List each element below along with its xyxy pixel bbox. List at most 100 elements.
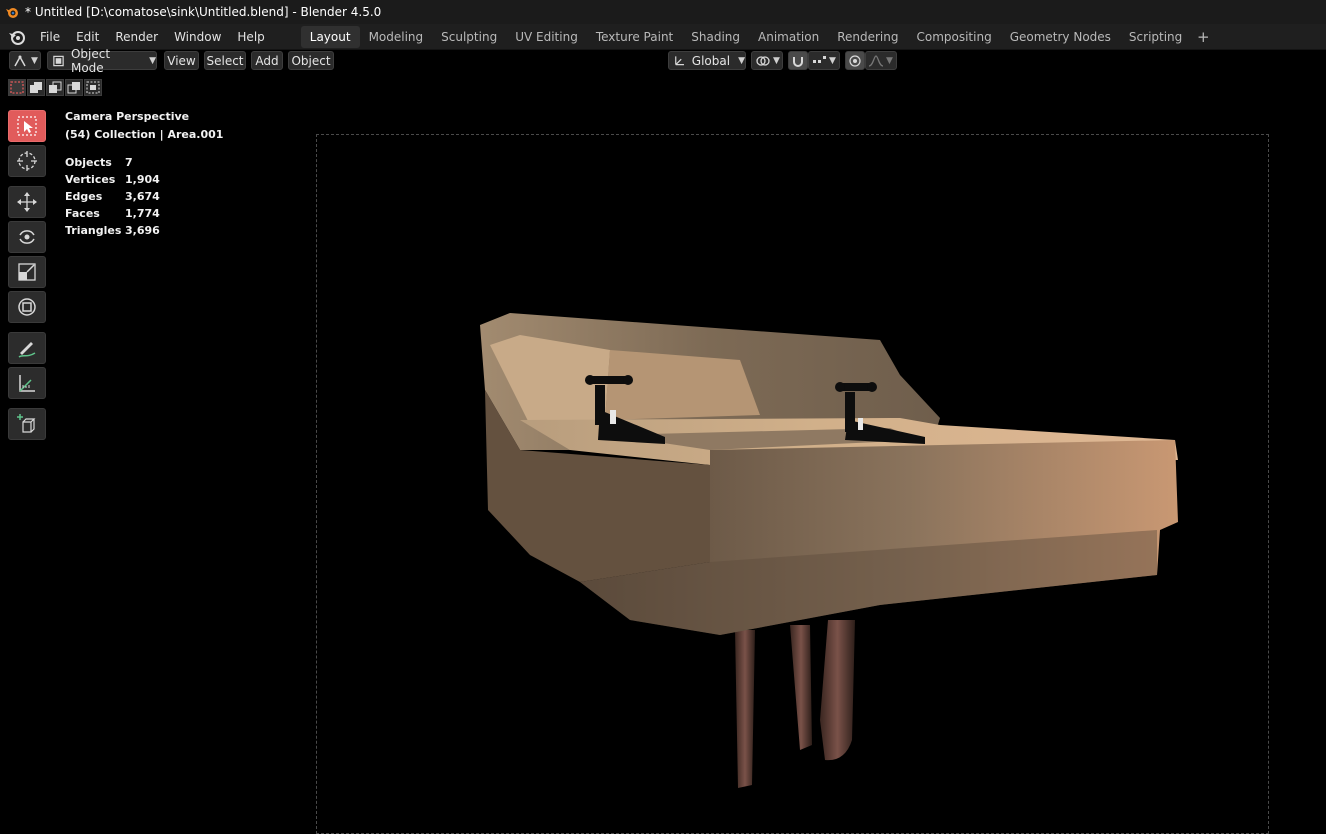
proportional-edit-toggle[interactable]: [845, 51, 865, 70]
select-menu[interactable]: Select: [204, 51, 246, 70]
tab-rendering[interactable]: Rendering: [828, 26, 907, 48]
snap-target-dropdown[interactable]: ▼: [808, 51, 840, 70]
blender-menu-icon[interactable]: [8, 28, 26, 46]
mode-label: Object Mode: [70, 46, 111, 75]
viewport-info-overlay: Camera Perspective (54) Collection | Are…: [65, 110, 223, 241]
transform-orientation-dropdown[interactable]: Global ▼: [668, 51, 746, 70]
proportional-edit-icon: [849, 54, 861, 67]
tool-move[interactable]: [8, 186, 46, 218]
orientation-icon: [675, 55, 684, 65]
stat-value: 3,696: [125, 224, 160, 237]
chevron-down-icon: ▼: [773, 55, 780, 66]
stat-label: Objects: [65, 156, 112, 169]
tool-select-box[interactable]: [8, 110, 46, 142]
stat-objects: Objects 7: [65, 156, 223, 173]
select-intersect-button[interactable]: [84, 79, 102, 96]
tab-compositing[interactable]: Compositing: [907, 26, 1000, 48]
cursor-icon: [17, 151, 37, 171]
select-intersect-icon: [86, 81, 100, 94]
stat-faces: Faces 1,774: [65, 207, 223, 224]
object-menu-label: Object: [291, 53, 331, 68]
tool-add-cube[interactable]: [8, 408, 46, 440]
tab-layout[interactable]: Layout: [300, 25, 360, 48]
select-extend-button[interactable]: [27, 79, 45, 96]
tab-modeling[interactable]: Modeling: [360, 26, 433, 48]
select-menu-label: Select: [206, 53, 244, 68]
chevron-down-icon: ▼: [886, 55, 893, 66]
add-workspace-icon[interactable]: +: [1193, 28, 1213, 46]
chevron-down-icon: ▼: [149, 55, 156, 66]
stat-vertices: Vertices 1,904: [65, 173, 223, 190]
object-mode-icon: [53, 55, 64, 66]
add-menu-label: Add: [255, 53, 279, 68]
annotate-icon: [18, 342, 36, 358]
view-menu[interactable]: View: [164, 51, 199, 70]
pivot-icon: [756, 55, 770, 66]
menu-window[interactable]: Window: [166, 27, 229, 47]
tool-shelf: [8, 110, 48, 443]
select-box-icon: [17, 116, 37, 136]
scale-icon: [18, 263, 36, 281]
workspace-tabs: Layout Modeling Sculpting UV Editing Tex…: [300, 25, 1214, 48]
select-new-button[interactable]: [8, 79, 26, 96]
menu-render[interactable]: Render: [107, 27, 166, 47]
move-icon: [17, 192, 37, 212]
active-collection: (54) Collection | Area.001: [65, 128, 224, 141]
chevron-down-icon: ▼: [829, 55, 836, 66]
tool-cursor[interactable]: [8, 145, 46, 177]
select-extend-icon: [30, 82, 42, 93]
tab-shading[interactable]: Shading: [682, 26, 749, 48]
snap-toggle[interactable]: [788, 51, 808, 70]
tool-measure[interactable]: [8, 367, 46, 399]
select-subtract-button[interactable]: [46, 79, 64, 96]
tab-texture-paint[interactable]: Texture Paint: [587, 26, 682, 48]
orientation-label: Global: [691, 53, 731, 68]
add-menu[interactable]: Add: [251, 51, 283, 70]
stat-value: 1,774: [125, 207, 160, 220]
transform-icon: [18, 298, 36, 316]
select-invert-button[interactable]: [65, 79, 83, 96]
tab-scripting[interactable]: Scripting: [1120, 26, 1191, 48]
stat-label: Edges: [65, 190, 103, 203]
window-title: * Untitled [D:\comatose\sink\Untitled.bl…: [25, 5, 382, 19]
menu-file[interactable]: File: [32, 27, 68, 47]
select-subtract-icon: [49, 81, 62, 93]
pivot-point-dropdown[interactable]: ▼: [751, 51, 783, 70]
title-bar: * Untitled [D:\comatose\sink\Untitled.bl…: [0, 0, 1326, 24]
stat-label: Vertices: [65, 173, 116, 186]
stat-label: Faces: [65, 207, 100, 220]
stat-triangles: Triangles 3,696: [65, 224, 223, 241]
stat-value: 1,904: [125, 173, 160, 186]
stat-label: Triangles: [65, 224, 122, 237]
editor-type-button[interactable]: ▼: [9, 51, 41, 70]
measure-icon: [19, 375, 35, 392]
proportional-falloff-dropdown[interactable]: ▼: [865, 51, 897, 70]
tab-sculpting[interactable]: Sculpting: [432, 26, 506, 48]
blender-app-icon: [6, 8, 18, 18]
tool-scale[interactable]: [8, 256, 46, 288]
editor-type-icon: [14, 54, 26, 66]
selection-mode-group: [8, 79, 102, 97]
chevron-down-icon: ▼: [738, 55, 745, 66]
mode-dropdown[interactable]: Object Mode ▼: [47, 47, 157, 75]
tool-annotate[interactable]: [8, 332, 46, 364]
chevron-down-icon: ▼: [31, 55, 38, 66]
tool-rotate[interactable]: [8, 221, 46, 253]
menu-help[interactable]: Help: [229, 27, 272, 47]
viewport-header: ▼ Object Mode ▼ View Select Add Object G…: [0, 47, 1326, 75]
top-bar: File Edit Render Window Help Layout Mode…: [0, 24, 1326, 50]
snap-increment-icon: [813, 55, 826, 63]
scene-statistics: Objects 7 Vertices 1,904 Edges 3,674 Fac…: [65, 156, 223, 241]
tab-uv-editing[interactable]: UV Editing: [506, 26, 587, 48]
rotate-icon: [19, 230, 35, 244]
object-menu[interactable]: Object: [288, 51, 334, 70]
stat-value: 3,674: [125, 190, 160, 203]
tab-geometry-nodes[interactable]: Geometry Nodes: [1001, 26, 1120, 48]
tab-animation[interactable]: Animation: [749, 26, 828, 48]
view-name: Camera Perspective: [65, 110, 190, 123]
tool-transform[interactable]: [8, 291, 46, 323]
add-cube-icon: [17, 414, 36, 433]
menu-edit[interactable]: Edit: [68, 27, 107, 47]
magnet-icon: [793, 56, 803, 67]
sink-render[interactable]: [460, 300, 1190, 795]
